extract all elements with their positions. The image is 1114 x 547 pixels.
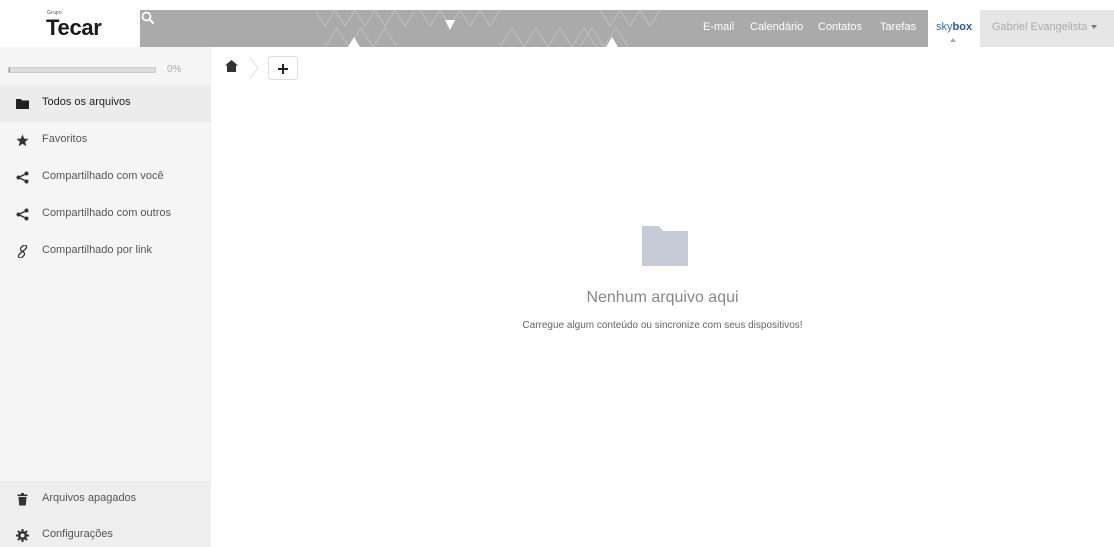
sidebar-item-label: Favoritos (42, 133, 88, 145)
share-icon (16, 171, 29, 184)
add-new-button[interactable] (268, 56, 298, 80)
folder-icon (16, 99, 29, 109)
caret-down-icon (1091, 25, 1098, 30)
header-bar: E-mail Calendário Contatos Tarefas (140, 10, 928, 47)
skybox-label: skybox (936, 21, 973, 33)
sidebar: 0% Todos os arquivos Favoritos Compartil… (0, 47, 211, 547)
empty-folder-icon (642, 226, 688, 266)
star-icon (16, 134, 29, 147)
user-menu[interactable]: Gabriel Evangelista (980, 10, 1114, 47)
sidebar-item-shared-by-link[interactable]: Compartilhado por link (0, 233, 211, 270)
sidebar-item-label: Compartilhado por link (42, 244, 153, 256)
nav-skybox[interactable]: skybox (928, 10, 980, 47)
sidebar-item-label: Arquivos apagados (42, 492, 137, 504)
sidebar-item-deleted-files[interactable]: Arquivos apagados (0, 481, 211, 517)
sidebar-item-label: Compartilhado com você (42, 170, 164, 182)
link-icon (17, 245, 28, 258)
empty-state-title: Nenhum arquivo aqui (586, 289, 739, 306)
sidebar-item-settings[interactable]: Configurações (0, 517, 211, 547)
sidebar-item-label: Todos os arquivos (42, 96, 131, 108)
nav-calendar[interactable]: Calendário (750, 21, 803, 33)
active-indicator-icon (950, 38, 956, 42)
sidebar-item-label: Compartilhado com outros (42, 207, 172, 219)
nav-contacts[interactable]: Contatos (818, 21, 862, 33)
sidebar-item-favorites[interactable]: Favoritos (0, 122, 211, 159)
breadcrumb-separator-icon (249, 57, 259, 79)
user-name: Gabriel Evangelista (992, 21, 1098, 33)
trash-icon (17, 493, 28, 506)
logo-text: Tecar (46, 15, 102, 40)
gear-icon (16, 529, 29, 542)
home-icon[interactable] (225, 60, 238, 72)
sidebar-item-shared-with-you[interactable]: Compartilhado com você (0, 159, 211, 196)
quota-percent: 0% (167, 64, 182, 75)
search-icon[interactable] (140, 10, 156, 26)
top-nav: E-mail Calendário Contatos Tarefas (140, 10, 928, 47)
empty-state-subtitle: Carregue algum conteúdo ou sincronize co… (522, 320, 803, 331)
nav-email[interactable]: E-mail (703, 21, 734, 33)
share-icon (16, 208, 29, 221)
logo[interactable]: Grupo Tecar (0, 0, 140, 47)
sidebar-item-shared-with-others[interactable]: Compartilhado com outros (0, 196, 211, 233)
sidebar-item-all-files[interactable]: Todos os arquivos (0, 85, 211, 122)
quota-bar (8, 67, 156, 73)
header: Grupo Tecar E-mail Calendário Contatos T… (0, 0, 1114, 47)
nav-tasks[interactable]: Tarefas (880, 21, 916, 33)
quota-fill (9, 68, 11, 72)
sidebar-item-label: Configurações (42, 528, 113, 540)
